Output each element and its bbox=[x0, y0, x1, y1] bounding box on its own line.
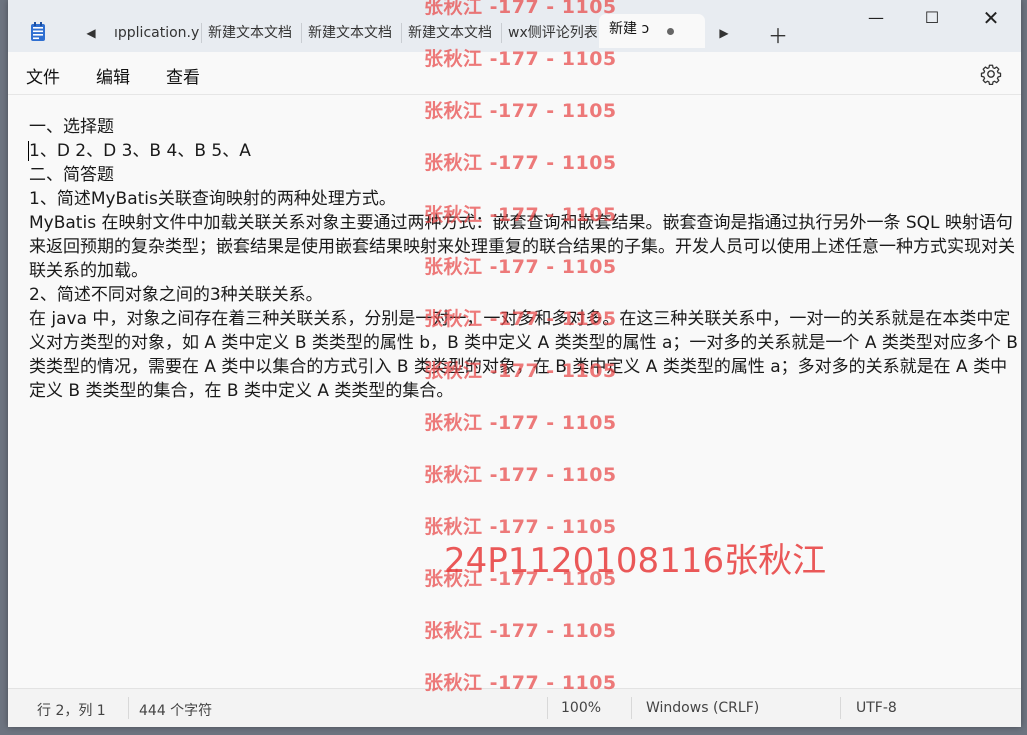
close-icon[interactable]: ✕ bbox=[968, 6, 1014, 30]
maximize-icon[interactable]: ☐ bbox=[909, 8, 955, 27]
watermark-text: 张秋江 -177 - 1105 bbox=[424, 256, 617, 278]
watermark-text: 张秋江 -177 - 1105 bbox=[424, 204, 617, 226]
tab-label: wx侧评论列表 bbox=[508, 25, 597, 41]
watermark-text: 张秋江 -177 - 1105 bbox=[424, 100, 617, 122]
watermark-text: 张秋江 -177 - 1105 bbox=[424, 48, 617, 70]
watermark-text: 张秋江 -177 - 1105 bbox=[424, 308, 617, 330]
watermark-text: 张秋江 -177 - 1105 bbox=[424, 464, 617, 486]
line-ending[interactable]: Windows (CRLF) bbox=[646, 700, 759, 716]
zoom-level[interactable]: 100% bbox=[561, 700, 601, 716]
menu-view[interactable]: 查看 bbox=[166, 63, 200, 88]
watermark-text: 张秋江 -177 - 1105 bbox=[424, 620, 617, 642]
watermark-text: 张秋江 -177 - 1105 bbox=[424, 152, 617, 174]
tab-label: 新建 ↄ bbox=[609, 21, 650, 37]
settings-gear-icon[interactable] bbox=[980, 63, 1002, 85]
status-divider bbox=[547, 697, 548, 719]
watermark-text: 张秋江 -177 - 1105 bbox=[424, 0, 617, 18]
tab-label: 新建文本文档 bbox=[208, 25, 292, 41]
tab-label: 新建文本文档 bbox=[308, 25, 392, 41]
tab-application[interactable]: ıpplication.y bbox=[108, 18, 203, 48]
watermark-text: 张秋江 -177 - 1105 bbox=[424, 360, 617, 382]
scroll-tabs-left-icon[interactable]: ◀ bbox=[80, 22, 102, 44]
unsaved-dot-icon[interactable] bbox=[667, 28, 674, 35]
minimize-icon[interactable]: — bbox=[853, 8, 899, 27]
tab-new-text-doc-1[interactable]: 新建文本文档 bbox=[202, 18, 297, 48]
watermark-text: 张秋江 -177 - 1105 bbox=[424, 672, 617, 694]
status-divider bbox=[631, 697, 632, 719]
scroll-tabs-right-icon[interactable]: ▶ bbox=[713, 22, 735, 44]
menu-edit[interactable]: 编辑 bbox=[96, 63, 130, 88]
tab-label: ıpplication.y bbox=[114, 25, 200, 41]
encoding[interactable]: UTF-8 bbox=[856, 700, 897, 716]
watermark-text: 张秋江 -177 - 1105 bbox=[424, 412, 617, 434]
text-editor[interactable]: 一、选择题 1、D 2、D 3、B 4、B 5、A 二、简答题 1、简述MyBa… bbox=[8, 94, 1021, 689]
watermark-id: 24P1120108116张秋江 bbox=[444, 541, 827, 581]
notepad-app-icon bbox=[31, 22, 45, 41]
cursor-position[interactable]: 行 2，列 1 bbox=[37, 700, 106, 720]
status-divider bbox=[840, 697, 841, 719]
new-tab-plus-icon[interactable]: ＋ bbox=[768, 20, 788, 49]
character-count: 444 个字符 bbox=[139, 703, 213, 719]
status-divider bbox=[128, 697, 129, 719]
tab-active-new-doc[interactable]: 新建 ↄ bbox=[599, 14, 705, 48]
tab-new-text-doc-2[interactable]: 新建文本文档 bbox=[302, 18, 397, 48]
text-caret bbox=[28, 141, 29, 161]
menu-file[interactable]: 文件 bbox=[26, 63, 60, 88]
tab-label: 新建文本文档 bbox=[408, 25, 492, 41]
